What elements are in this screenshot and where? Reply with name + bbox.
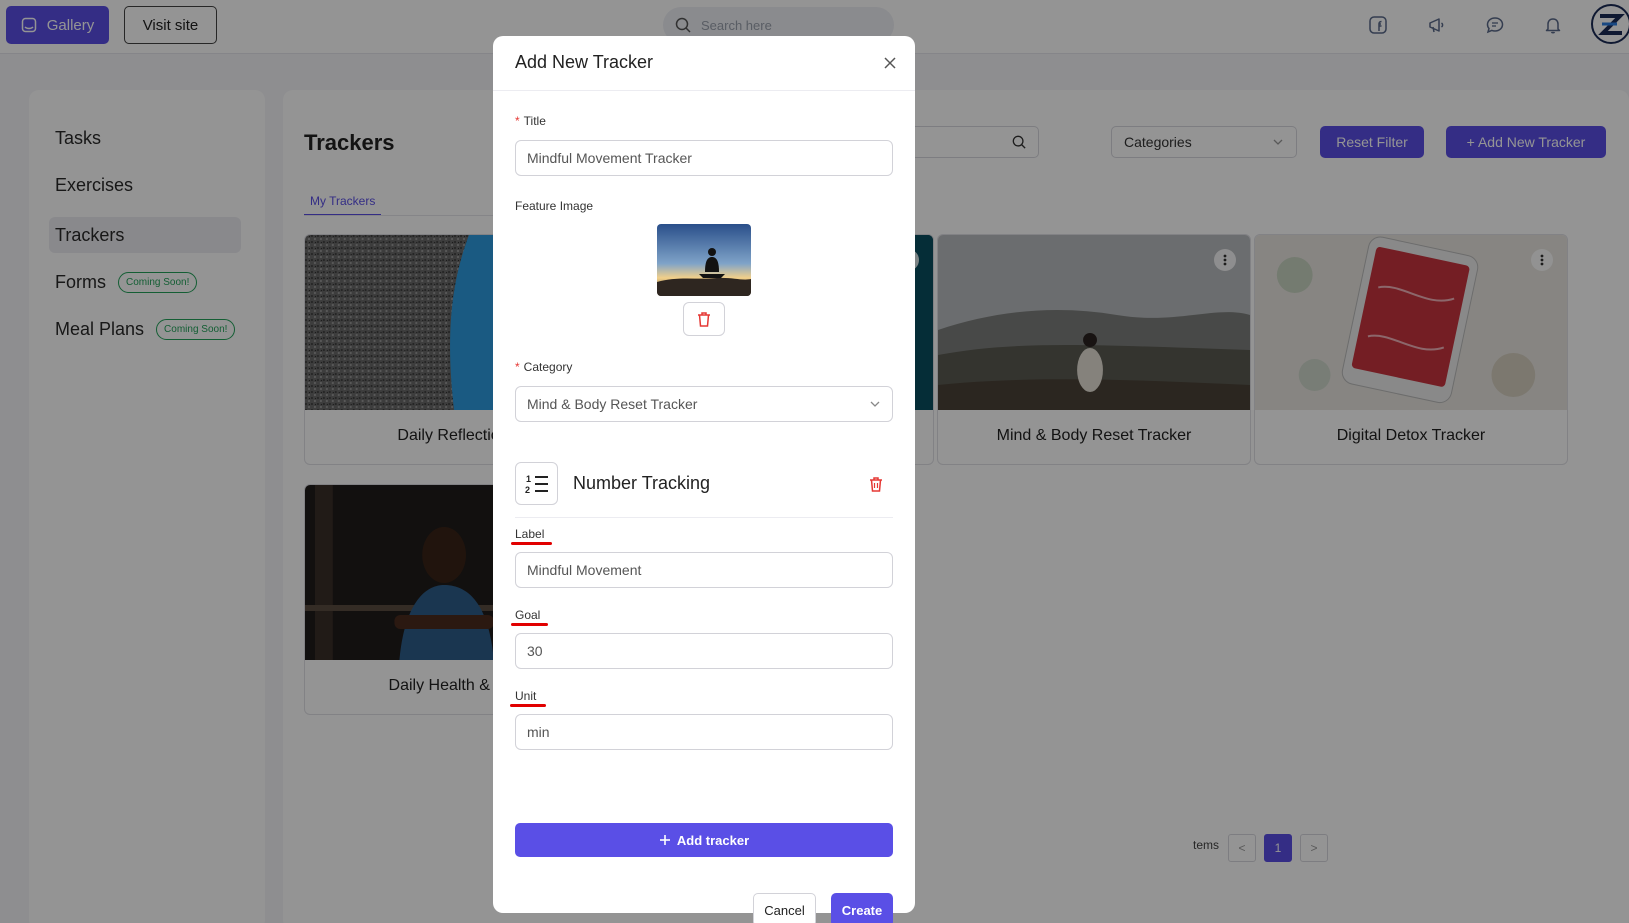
required-marker: * [515,360,520,374]
trash-icon[interactable] [867,475,885,493]
unit-field[interactable]: min [515,714,893,750]
svg-text:2: 2 [525,485,530,495]
tracking-type-row: 1 2 Number Tracking [515,456,893,518]
close-icon[interactable] [881,54,899,72]
feature-image-preview [657,224,751,296]
chevron-down-icon [869,398,881,410]
goal-value: 30 [527,643,543,659]
modal-header: Add New Tracker [493,36,915,91]
trash-icon [695,310,713,328]
plus-icon [659,834,671,846]
add-tracker-button[interactable]: Add tracker [515,823,893,857]
label-field[interactable]: Mindful Movement [515,552,893,588]
cancel-button[interactable]: Cancel [753,893,816,923]
svg-text:1: 1 [526,474,531,484]
delete-image-button[interactable] [683,302,725,336]
tracking-type-title: Number Tracking [573,473,711,493]
feature-image-label: Feature Image [515,199,594,213]
label-field-label: Label [515,527,545,541]
goal-field[interactable]: 30 [515,633,893,669]
numbered-list-icon: 1 2 [515,462,558,505]
add-tracker-label: Add tracker [676,832,750,848]
unit-field-label: Unit [515,689,537,703]
add-tracker-modal: Add New Tracker * Title Mindful Movement … [493,36,915,923]
category-select[interactable]: Mind & Body Reset Tracker [515,386,893,422]
title-field-label: * Title [515,114,546,128]
required-marker: * [515,114,520,128]
annotation-underline [510,704,546,707]
goal-field-label: Goal [515,608,541,622]
label-value: Mindful Movement [527,562,642,578]
unit-value: min [527,724,550,740]
title-value: Mindful Movement Tracker [527,150,692,166]
category-field-label: * Category [515,360,573,374]
modal-title: Add New Tracker [515,52,654,72]
annotation-underline [511,542,552,545]
annotation-underline [511,623,548,626]
category-value: Mind & Body Reset Tracker [527,396,698,412]
create-button[interactable]: Create [831,893,893,923]
title-field[interactable]: Mindful Movement Tracker [515,140,893,176]
